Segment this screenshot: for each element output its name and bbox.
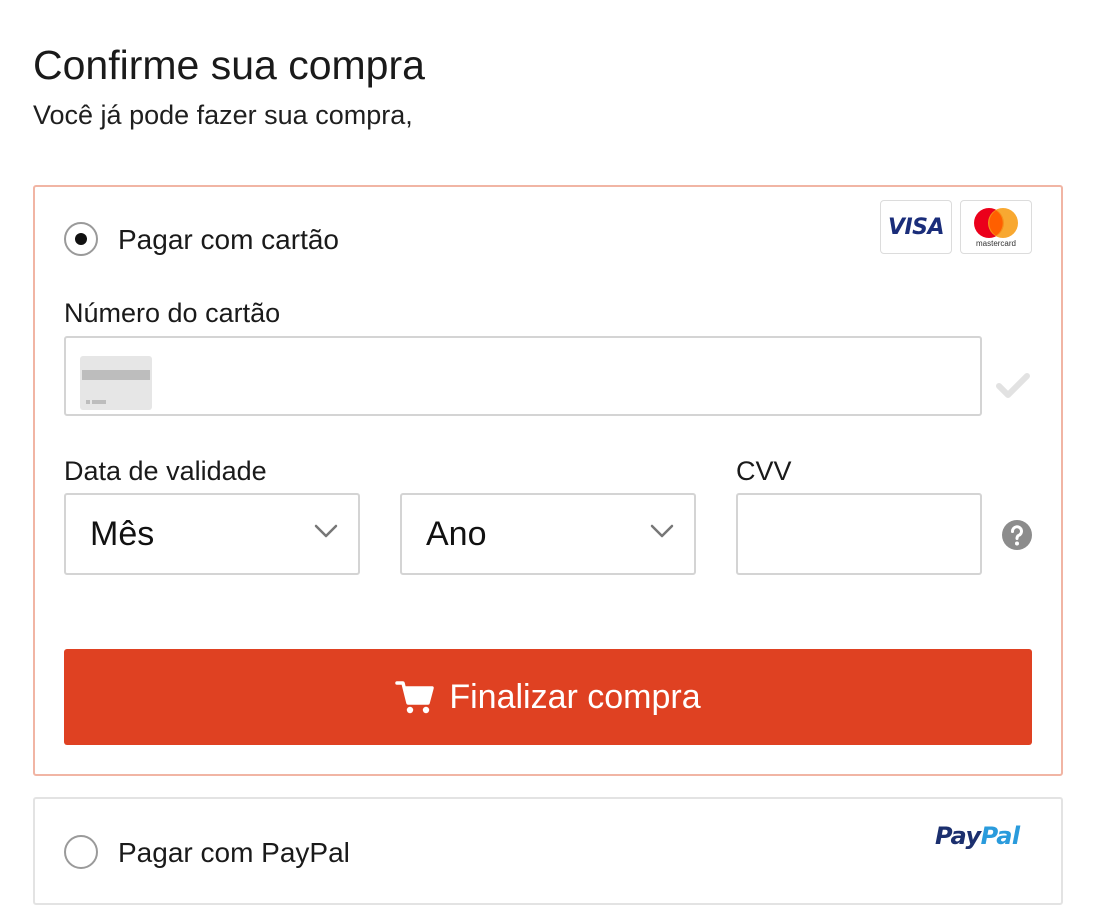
checkmark-icon [996, 373, 1030, 398]
paypal-payment-label[interactable]: Pagar com PayPal [118, 837, 350, 869]
mastercard-logo-text: mastercard [975, 239, 1016, 248]
finalize-purchase-label: Finalizar compra [449, 677, 701, 716]
month-select-value: Mês [90, 515, 155, 553]
checkout-page: Confirme sua compra Você já pode fazer s… [0, 0, 1094, 922]
chevron-down-icon [314, 524, 338, 538]
paypal-logo-pay: Pay [935, 822, 981, 850]
mastercard-logo: mastercard [960, 200, 1032, 254]
question-circle-icon[interactable] [1001, 519, 1033, 551]
radio-selected-dot [75, 233, 87, 245]
expiry-month-select[interactable]: Mês [64, 493, 360, 575]
cart-icon [395, 681, 435, 714]
visa-logo-text: VISA [887, 214, 945, 240]
expiry-year-select[interactable]: Ano [400, 493, 696, 575]
page-title: Confirme sua compra [33, 42, 425, 88]
expiry-label: Data de validade [64, 456, 267, 486]
year-select-value: Ano [426, 515, 487, 553]
card-payment-radio[interactable] [64, 222, 98, 256]
paypal-logo: PayPal [935, 822, 1020, 850]
card-number-input[interactable] [64, 336, 982, 416]
visa-logo: VISA [880, 200, 952, 254]
chevron-down-icon [650, 524, 674, 538]
paypal-payment-radio[interactable] [64, 835, 98, 869]
finalize-purchase-button[interactable]: Finalizar compra [64, 649, 1032, 745]
card-payment-label[interactable]: Pagar com cartão [118, 224, 339, 256]
page-subtitle: Você já pode fazer sua compra, [33, 100, 413, 130]
credit-card-icon [80, 356, 152, 410]
card-number-label: Número do cartão [64, 298, 281, 328]
cvv-label: CVV [736, 456, 792, 486]
paypal-logo-pal: Pal [980, 822, 1020, 850]
cvv-input[interactable] [736, 493, 982, 575]
